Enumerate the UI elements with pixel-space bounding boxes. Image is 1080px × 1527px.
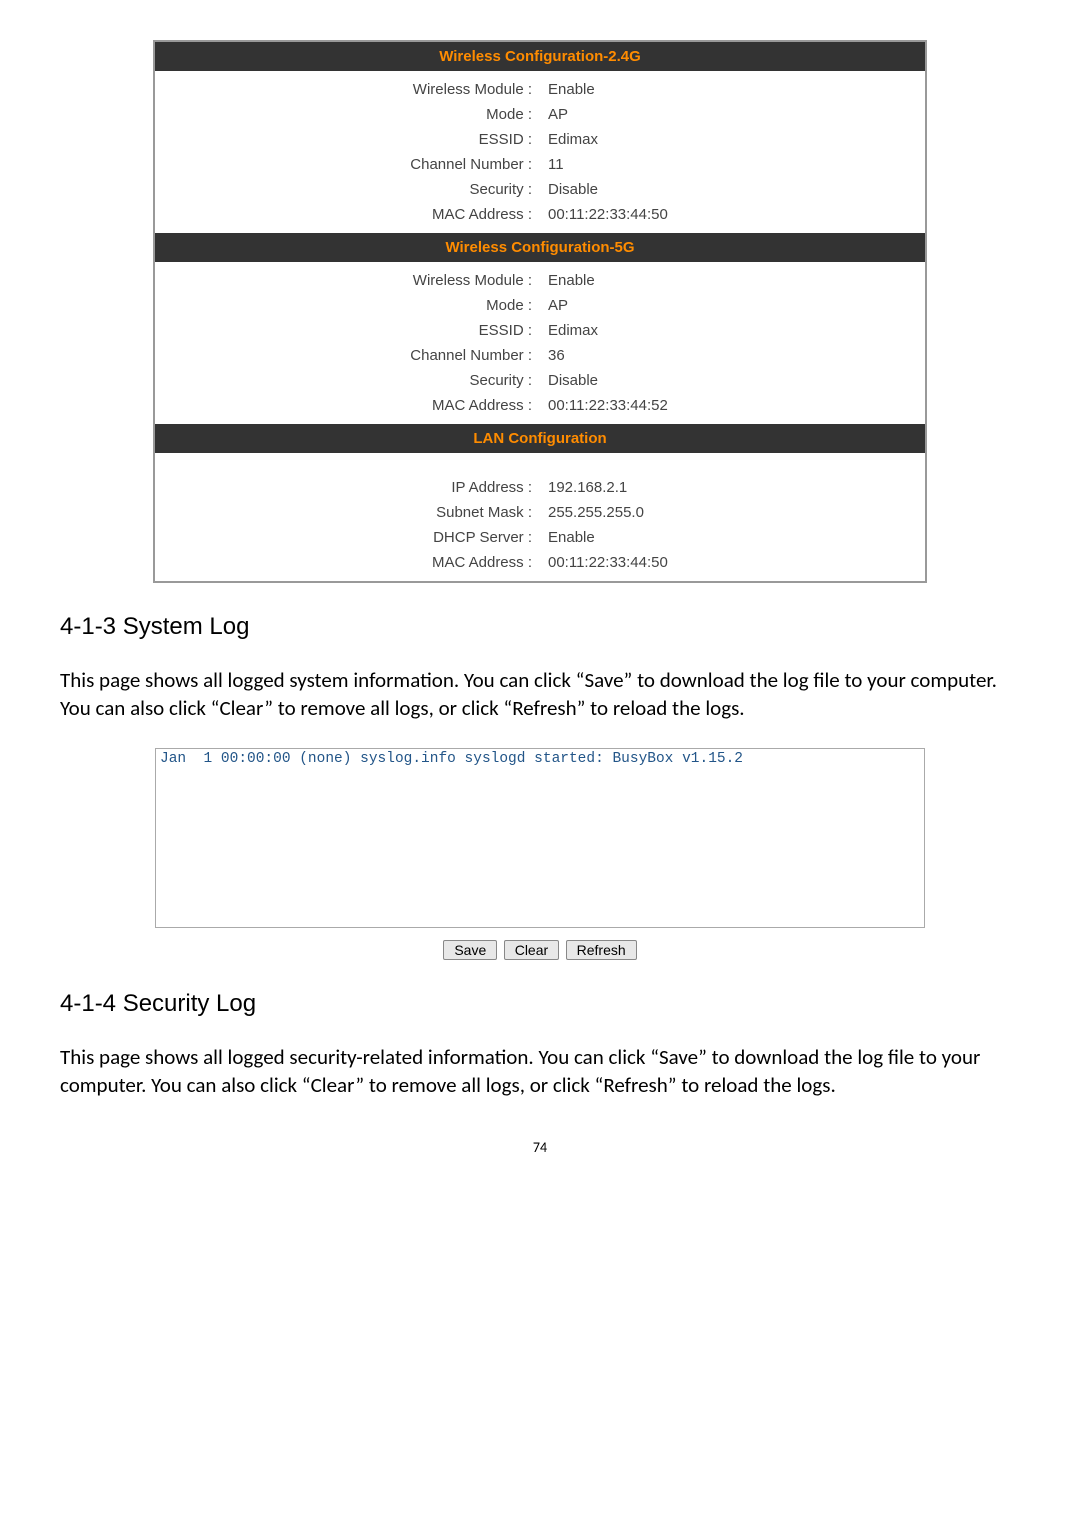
config-value: Enable [540, 272, 925, 289]
clear-button[interactable]: Clear [504, 940, 559, 960]
config-row: Wireless Module : Enable [155, 77, 925, 102]
section-header-lan: LAN Configuration [155, 424, 925, 453]
config-label: IP Address : [155, 479, 540, 496]
config-value: 11 [540, 156, 925, 173]
config-label: Channel Number : [155, 347, 540, 364]
config-value: 255.255.255.0 [540, 504, 925, 521]
config-row: DHCP Server : Enable [155, 525, 925, 550]
config-row: ESSID : Edimax [155, 127, 925, 152]
config-row: ESSID : Edimax [155, 318, 925, 343]
refresh-button[interactable]: Refresh [566, 940, 637, 960]
config-label: ESSID : [155, 322, 540, 339]
config-value: 00:11:22:33:44:50 [540, 554, 925, 571]
config-row: Security : Disable [155, 368, 925, 393]
config-label: MAC Address : [155, 206, 540, 223]
config-value: Disable [540, 372, 925, 389]
config-value: 36 [540, 347, 925, 364]
config-label: MAC Address : [155, 397, 540, 414]
config-row: MAC Address : 00:11:22:33:44:52 [155, 393, 925, 418]
config-table: Wireless Configuration-2.4G Wireless Mod… [153, 40, 927, 583]
config-label: DHCP Server : [155, 529, 540, 546]
config-value: 00:11:22:33:44:50 [540, 206, 925, 223]
config-value: Enable [540, 81, 925, 98]
config-label: Channel Number : [155, 156, 540, 173]
config-value: AP [540, 297, 925, 314]
config-value: AP [540, 106, 925, 123]
config-value: 00:11:22:33:44:52 [540, 397, 925, 414]
config-row: Wireless Module : Enable [155, 268, 925, 293]
page-number: 74 [60, 1139, 1020, 1156]
system-log-container: Jan 1 00:00:00 (none) syslog.info syslog… [155, 748, 925, 960]
config-row: Mode : AP [155, 293, 925, 318]
config-row: Channel Number : 11 [155, 152, 925, 177]
config-value: Edimax [540, 131, 925, 148]
body-security-log: This page shows all logged security-rela… [60, 1043, 1020, 1100]
system-log-textarea[interactable]: Jan 1 00:00:00 (none) syslog.info syslog… [155, 748, 925, 928]
config-value: Edimax [540, 322, 925, 339]
config-row: Security : Disable [155, 177, 925, 202]
config-label: Security : [155, 181, 540, 198]
config-row: MAC Address : 00:11:22:33:44:50 [155, 550, 925, 575]
section-header-24g: Wireless Configuration-2.4G [155, 42, 925, 71]
section-header-5g: Wireless Configuration-5G [155, 233, 925, 262]
config-label: ESSID : [155, 131, 540, 148]
save-button[interactable]: Save [443, 940, 497, 960]
body-system-log: This page shows all logged system inform… [60, 666, 1020, 723]
config-row: IP Address : 192.168.2.1 [155, 475, 925, 500]
config-row: Subnet Mask : 255.255.255.0 [155, 500, 925, 525]
config-label: Mode : [155, 106, 540, 123]
config-label: Security : [155, 372, 540, 389]
config-value: Disable [540, 181, 925, 198]
heading-security-log: 4-1-4 Security Log [60, 990, 1020, 1018]
config-label: Wireless Module : [155, 272, 540, 289]
config-row: Channel Number : 36 [155, 343, 925, 368]
config-value: Enable [540, 529, 925, 546]
config-label: Subnet Mask : [155, 504, 540, 521]
config-value: 192.168.2.1 [540, 479, 925, 496]
config-row: MAC Address : 00:11:22:33:44:50 [155, 202, 925, 227]
config-label: Wireless Module : [155, 81, 540, 98]
heading-system-log: 4-1-3 System Log [60, 613, 1020, 641]
config-label: MAC Address : [155, 554, 540, 571]
config-label: Mode : [155, 297, 540, 314]
config-row: Mode : AP [155, 102, 925, 127]
